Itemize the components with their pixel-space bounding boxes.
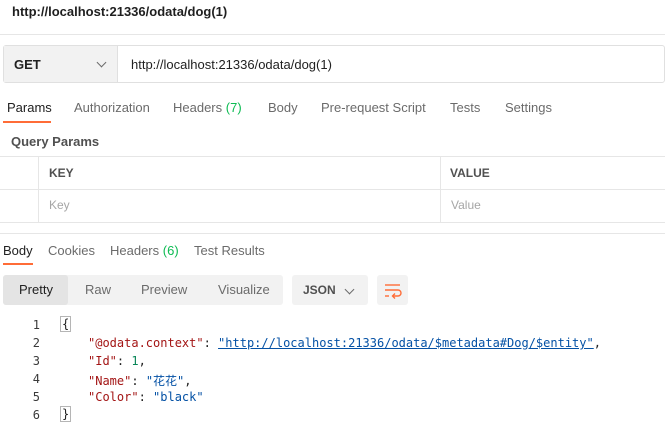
tab-settings[interactable]: Settings: [505, 100, 552, 115]
line-number: 6: [32, 408, 40, 422]
active-response-tab-indicator: [3, 263, 33, 265]
response-headers-count-badge: (6): [162, 243, 179, 258]
response-tab-headers[interactable]: Headers (6): [110, 243, 179, 258]
key-column-header: KEY: [49, 166, 74, 180]
line-number: 3: [32, 354, 40, 368]
view-mode-raw[interactable]: Raw: [85, 282, 111, 297]
code-line: "Id": 1,: [88, 354, 146, 368]
line-number: 4: [32, 372, 40, 386]
tab-headers[interactable]: Headers (7): [173, 100, 242, 115]
response-tab-test-results[interactable]: Test Results: [194, 243, 265, 258]
close-brace: }: [60, 406, 72, 422]
divider: [0, 34, 665, 35]
param-value-input[interactable]: Value: [451, 198, 481, 212]
method-label[interactable]: GET: [14, 57, 41, 72]
format-label[interactable]: JSON: [303, 283, 336, 297]
view-mode-pretty[interactable]: Pretty: [19, 282, 53, 297]
code-line: }: [60, 406, 72, 422]
tab-body[interactable]: Body: [268, 100, 298, 115]
query-params-table: [0, 156, 665, 223]
value-column-header: VALUE: [450, 166, 490, 180]
query-params-title: Query Params: [11, 134, 100, 149]
tab-authorization[interactable]: Authorization: [74, 100, 150, 115]
response-tab-body[interactable]: Body: [3, 243, 33, 258]
code-line: "Name": "花花",: [88, 374, 192, 388]
active-tab-indicator: [3, 121, 51, 123]
tab-tests[interactable]: Tests: [450, 100, 480, 115]
context-link[interactable]: "http://localhost:21336/odata/$metadata#…: [218, 336, 594, 350]
view-mode-visualize[interactable]: Visualize: [218, 282, 270, 297]
wrap-lines-button[interactable]: [377, 275, 408, 305]
divider: [0, 233, 665, 234]
open-brace: {: [60, 316, 72, 332]
code-line: "Color": "black": [88, 390, 204, 404]
line-number: 1: [32, 318, 40, 332]
url-input[interactable]: http://localhost:21336/odata/dog(1): [131, 57, 332, 72]
param-key-input[interactable]: Key: [49, 198, 70, 212]
wrap-lines-icon: [385, 284, 402, 299]
tab-params[interactable]: Params: [7, 100, 52, 115]
line-number: 5: [32, 390, 40, 404]
view-mode-preview[interactable]: Preview: [141, 282, 187, 297]
code-line: {: [60, 316, 72, 332]
code-line: "@odata.context": "http://localhost:2133…: [88, 336, 601, 350]
response-tab-cookies[interactable]: Cookies: [48, 243, 95, 258]
headers-count-badge: (7): [225, 100, 242, 115]
window-title: http://localhost:21336/odata/dog(1): [12, 4, 228, 19]
tab-pre-request-script[interactable]: Pre-request Script: [321, 100, 426, 115]
line-number: 2: [32, 336, 40, 350]
